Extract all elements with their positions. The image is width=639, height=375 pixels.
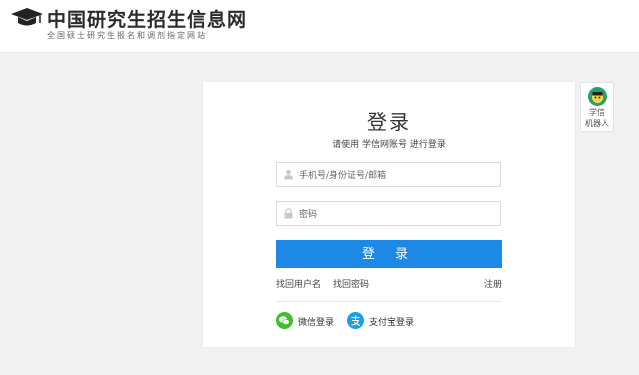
alipay-login-label: 支付宝登录 [369,318,415,328]
alipay-login[interactable]: 支付宝登录 [347,312,427,330]
forgot-username-link[interactable]: 找回用户名 [276,277,321,290]
wechat-icon [276,312,293,329]
login-subtitle: 请使用 学信网账号 进行登录 [332,140,446,150]
login-button[interactable]: 登 录 [276,240,502,268]
divider [276,301,502,302]
robot-label-line2: 机器人 [585,119,609,128]
lock-icon [284,208,293,219]
username-field[interactable] [276,162,501,187]
login-title: 登录 [367,110,411,134]
site-title[interactable]: 中国研究生招生信息网 [47,5,247,32]
login-card: 登录 请使用 学信网账号 进行登录 登 录 找回用户名 找回密码 注册 微信登录 [203,82,575,347]
username-input[interactable] [297,165,497,186]
password-field[interactable] [276,201,501,226]
register-link[interactable]: 注册 [484,277,502,290]
wechat-login[interactable]: 微信登录 [276,312,346,330]
xuexin-robot-button[interactable]: 学信 机器人 [580,82,614,132]
site-subtitle: 全国硕士研究生报名和调剂指定网站 [47,31,207,40]
robot-label-line1: 学信 [589,108,605,117]
robot-avatar-icon [588,87,607,106]
password-input[interactable] [297,204,497,225]
forgot-password-link[interactable]: 找回密码 [333,277,369,290]
wechat-login-label: 微信登录 [298,318,335,328]
site-header: 中国研究生招生信息网 全国硕士研究生报名和调剂指定网站 [0,0,639,53]
graduation-cap-icon [11,8,43,26]
alipay-icon [347,312,364,329]
user-icon [284,169,293,180]
